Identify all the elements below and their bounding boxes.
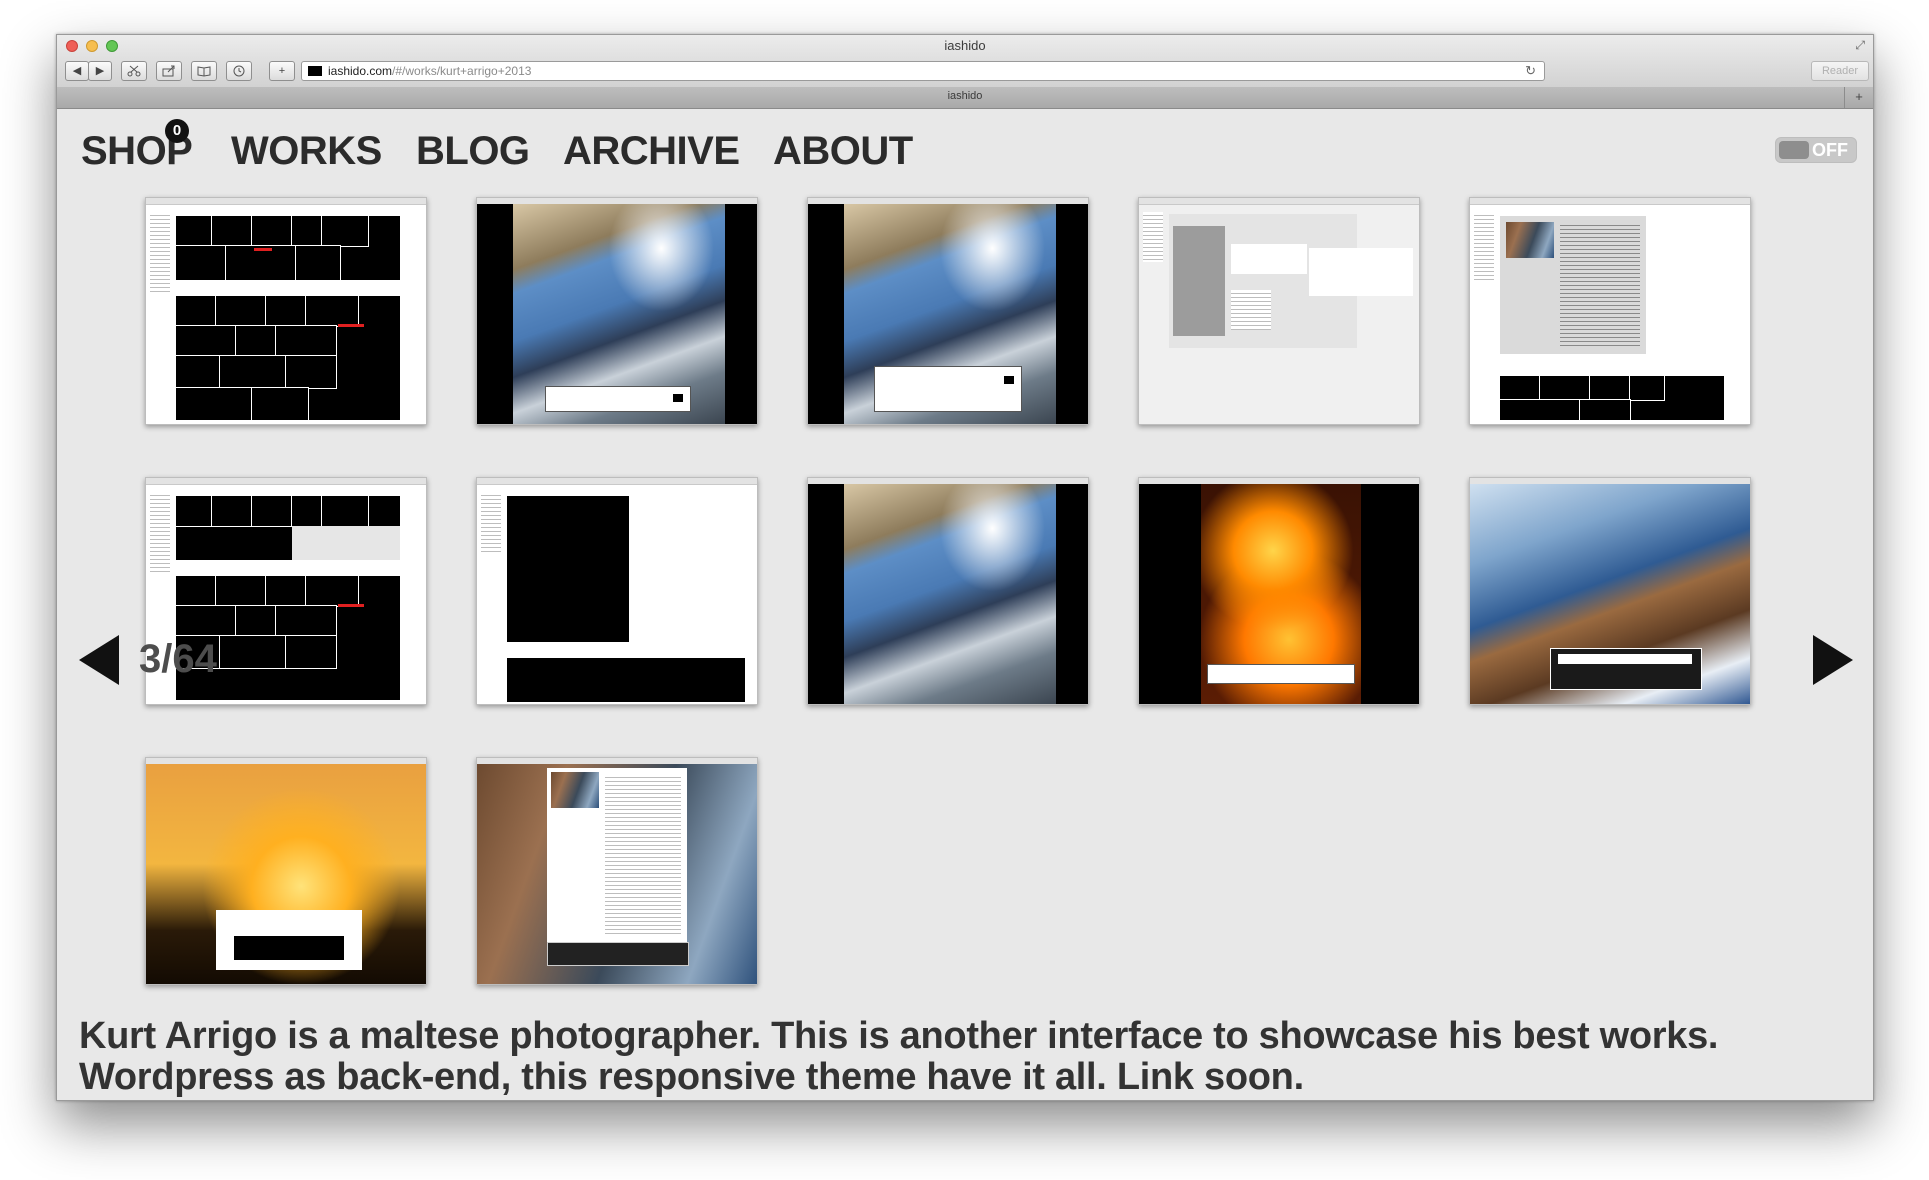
- tab-bar: iashido +: [57, 87, 1873, 109]
- history-icon[interactable]: [226, 61, 252, 81]
- thumbnail-8[interactable]: [807, 477, 1089, 705]
- slide-counter: 3/64: [139, 637, 217, 681]
- thumbnail-2[interactable]: [476, 197, 758, 425]
- nav-archive[interactable]: ARCHIVE: [563, 129, 740, 173]
- toggle-label: OFF: [1812, 140, 1848, 160]
- share-icon[interactable]: [156, 61, 182, 81]
- thumbnail-5[interactable]: [1469, 197, 1751, 425]
- thumbnail-11[interactable]: [145, 757, 427, 985]
- new-tab-button[interactable]: +: [269, 61, 295, 81]
- tab-title[interactable]: iashido: [57, 90, 1873, 102]
- page-content: SHOP 0 WORKS BLOG ARCHIVE ABOUT OFF 3/64…: [57, 109, 1873, 1100]
- thumbnail-4[interactable]: [1138, 197, 1420, 425]
- toggle-knob: [1779, 141, 1809, 159]
- cart-count-badge: 0: [165, 119, 189, 143]
- scissors-icon[interactable]: [121, 61, 147, 81]
- counter-total: 64: [172, 637, 217, 681]
- site-favicon-icon: [308, 66, 322, 76]
- add-tab-button[interactable]: +: [1844, 87, 1873, 108]
- bookmarks-icon[interactable]: [191, 61, 217, 81]
- window-title: iashido: [944, 38, 986, 53]
- counter-separator: /: [161, 637, 173, 681]
- browser-toolbar: iashido ⤢ ◀ ▶ + iashido.com/#/works/kurt…: [57, 35, 1873, 88]
- description-line-2: Wordpress as back-end, this responsive t…: [79, 1056, 1304, 1098]
- counter-current: 3: [139, 637, 162, 681]
- description-line-1: Kurt Arrigo is a maltese photographer. T…: [79, 1015, 1719, 1057]
- thumbnail-9[interactable]: [1138, 477, 1420, 705]
- nav-works[interactable]: WORKS: [231, 129, 382, 173]
- browser-window: iashido ⤢ ◀ ▶ + iashido.com/#/works/kurt…: [56, 34, 1874, 1101]
- forward-button[interactable]: ▶: [88, 61, 112, 81]
- thumbnail-7[interactable]: [476, 477, 758, 705]
- reload-icon[interactable]: ↻: [1525, 62, 1536, 80]
- display-toggle[interactable]: OFF: [1775, 137, 1857, 163]
- address-bar[interactable]: iashido.com/#/works/kurt+arrigo+2013 ↻: [301, 61, 1545, 81]
- fullscreen-icon[interactable]: ⤢: [1855, 38, 1865, 53]
- thumbnail-1[interactable]: [145, 197, 427, 425]
- thumbnail-12[interactable]: [476, 757, 758, 985]
- next-arrow-icon[interactable]: [1813, 635, 1853, 685]
- nav-blog[interactable]: BLOG: [416, 129, 530, 173]
- url-path: /#/works/kurt+arrigo+2013: [392, 64, 532, 78]
- previous-arrow-icon[interactable]: [79, 635, 119, 685]
- thumbnail-10[interactable]: [1469, 477, 1751, 705]
- thumbnail-3[interactable]: [807, 197, 1089, 425]
- nav-about[interactable]: ABOUT: [773, 129, 913, 173]
- project-description: Kurt Arrigo is a maltese photographer. T…: [79, 1016, 1839, 1098]
- url-host: iashido.com: [328, 64, 393, 78]
- back-button[interactable]: ◀: [65, 61, 89, 81]
- reader-button[interactable]: Reader: [1811, 61, 1869, 81]
